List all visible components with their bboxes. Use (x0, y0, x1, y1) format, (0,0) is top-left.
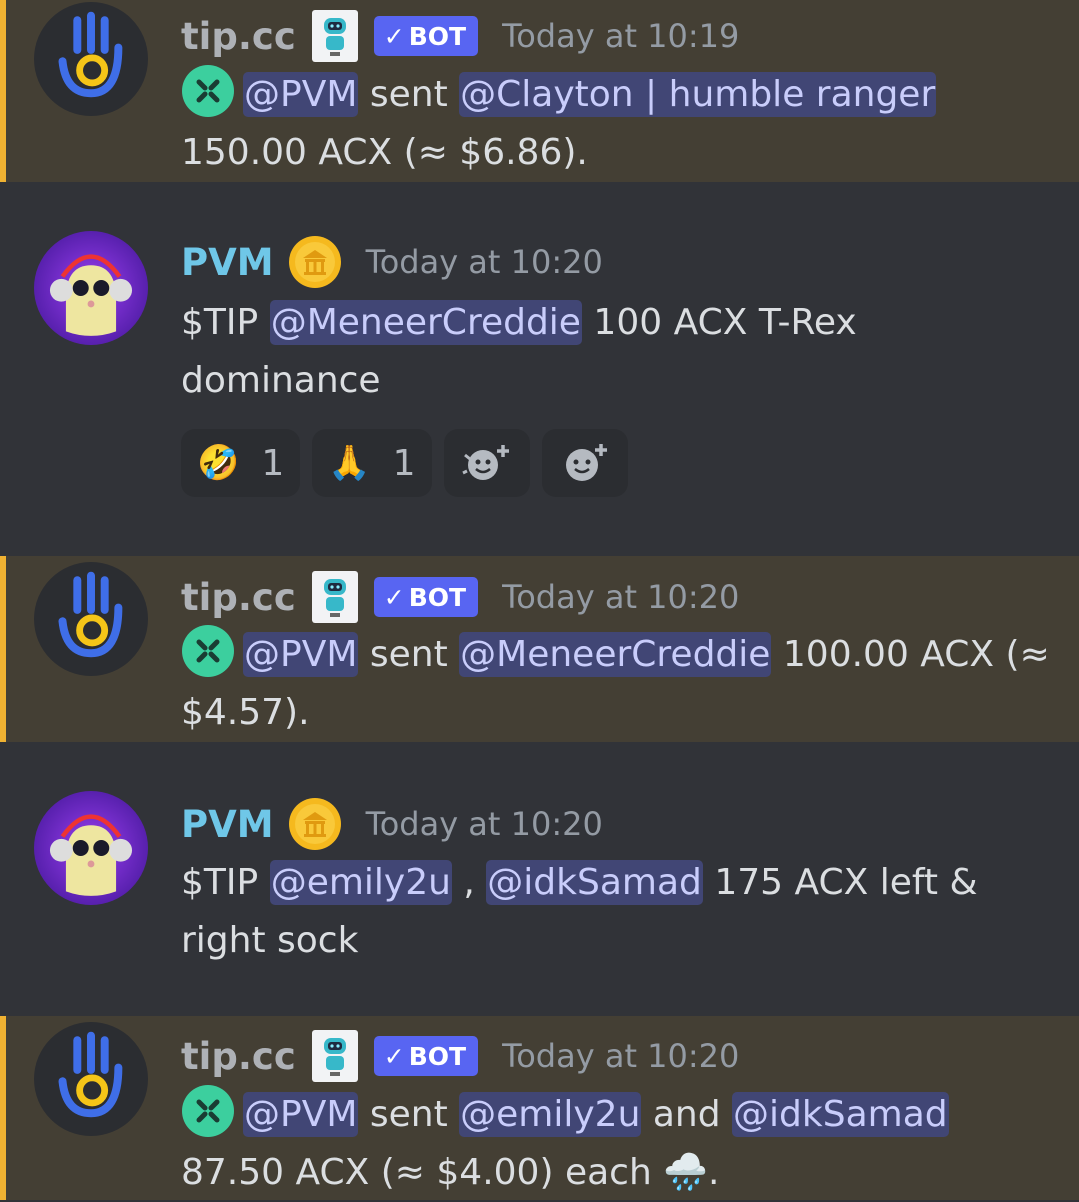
x-emoji-icon (181, 64, 235, 118)
mention-to[interactable]: @MeneerCreddie (459, 632, 772, 677)
tip-command: $TIP (181, 302, 259, 343)
reaction-count: 1 (261, 442, 285, 484)
checkmark-icon: ✓ (383, 1041, 405, 1071)
tipcc-avatar[interactable] (34, 562, 148, 676)
x-emoji-icon (181, 1084, 235, 1138)
bot-tag-label: BOT (408, 582, 467, 612)
author-name[interactable]: tip.cc (181, 15, 296, 58)
bot-tag-label: BOT (408, 1041, 467, 1071)
mention-2[interactable]: @idkSamad (486, 860, 703, 905)
mention-from[interactable]: @PVM (243, 72, 359, 117)
checkmark-icon: ✓ (383, 582, 405, 612)
message-content: $TIP @emily2u , @idkSamad 175 ACX left &… (181, 854, 1021, 970)
add-reaction-icon (565, 444, 607, 481)
pvm-avatar-icon (34, 231, 148, 345)
mention-to-1[interactable]: @emily2u (459, 1092, 642, 1137)
robot-badge-icon (311, 10, 358, 62)
timestamp[interactable]: Today at 10:20 (366, 805, 603, 843)
message-content: @PVM sent @MeneerCreddie 100.00 ACX (≈ $… (181, 624, 1051, 742)
message-content: @PVM sent @Clayton | humble ranger 150.00… (181, 64, 1041, 182)
bank-coin-icon (288, 235, 342, 289)
timestamp[interactable]: Today at 10:19 (502, 17, 739, 55)
message-tipcc-2: tip.cc ✓ BOT Today at 10:20 @PVM sent @Me… (0, 556, 1079, 742)
tipcc-avatar[interactable] (34, 2, 148, 116)
rain-cloud-emoji-icon: 🌧️ (663, 1152, 709, 1193)
separator: , (463, 862, 475, 903)
mention-1[interactable]: @emily2u (269, 860, 452, 905)
reaction-folded-hands[interactable]: 🙏 1 (312, 429, 432, 497)
timestamp[interactable]: Today at 10:20 (502, 578, 739, 616)
add-super-reaction-icon (461, 445, 509, 480)
author-name[interactable]: tip.cc (181, 1035, 296, 1078)
bot-tag-label: BOT (408, 21, 467, 51)
mention-from[interactable]: @PVM (243, 632, 359, 677)
tipcc-hand-icon (58, 571, 123, 658)
pvm-avatar-icon (34, 791, 148, 905)
checkmark-icon: ✓ (383, 21, 405, 51)
reaction-count: 1 (392, 442, 416, 484)
tipcc-hand-icon (58, 1031, 123, 1118)
author-name[interactable]: PVM (181, 803, 274, 846)
sent-word: sent (369, 1094, 448, 1135)
author-name[interactable]: tip.cc (181, 576, 296, 619)
tipcc-avatar[interactable] (34, 1022, 148, 1136)
message-tipcc-1: tip.cc ✓ BOT Today at 10:19 @PVM sent @Cl… (0, 0, 1079, 182)
bot-tag: ✓ BOT (373, 1036, 479, 1076)
x-emoji-icon (181, 624, 235, 678)
mention[interactable]: @MeneerCreddie (269, 300, 582, 345)
amount-line: 87.50 ACX (≈ $4.00) each (181, 1152, 652, 1193)
robot-badge-icon (311, 1030, 358, 1082)
tip-command: $TIP (181, 862, 259, 903)
robot-badge-icon (311, 571, 358, 623)
message-tipcc-3: tip.cc ✓ BOT Today at 10:20 @PVM sent @em… (0, 1016, 1079, 1200)
message-pvm-1: PVM Today at 10:20 $TIP @MeneerCreddie 1… (0, 182, 1079, 556)
add-super-reaction-button[interactable] (443, 429, 530, 497)
message-content: @PVM sent @emily2u and @idkSamad 87.50 AC… (181, 1084, 1041, 1202)
end-punctuation: . (708, 1152, 720, 1193)
add-reaction-button[interactable] (541, 429, 628, 497)
sent-word: sent (369, 74, 448, 115)
author-name[interactable]: PVM (181, 241, 274, 284)
bank-coin-icon (288, 797, 342, 851)
folded-hands-emoji-icon: 🙏 (328, 443, 371, 483)
reaction-rofl[interactable]: 🤣 1 (181, 429, 301, 497)
sent-word: sent (369, 634, 448, 675)
message-content: $TIP @MeneerCreddie 100 ACX T-Rex domina… (181, 294, 941, 410)
timestamp[interactable]: Today at 10:20 (366, 243, 603, 281)
and-word: and (652, 1094, 721, 1135)
pvm-avatar[interactable] (34, 791, 148, 905)
bot-tag: ✓ BOT (373, 16, 479, 56)
message-pvm-2: PVM Today at 10:20 $TIP @emily2u , @idkS… (0, 742, 1079, 1016)
bot-tag: ✓ BOT (373, 577, 479, 617)
timestamp[interactable]: Today at 10:20 (502, 1037, 739, 1075)
pvm-avatar[interactable] (34, 231, 148, 345)
mention-to[interactable]: @Clayton | humble ranger (459, 72, 937, 117)
amount-line: 150.00 ACX (≈ $6.86). (181, 132, 588, 173)
tipcc-hand-icon (58, 11, 123, 98)
mention-from[interactable]: @PVM (243, 1092, 359, 1137)
rofl-emoji-icon: 🤣 (197, 443, 240, 483)
mention-to-2[interactable]: @idkSamad (732, 1092, 949, 1137)
reactions-bar: 🤣 1 🙏 1 (181, 429, 628, 497)
